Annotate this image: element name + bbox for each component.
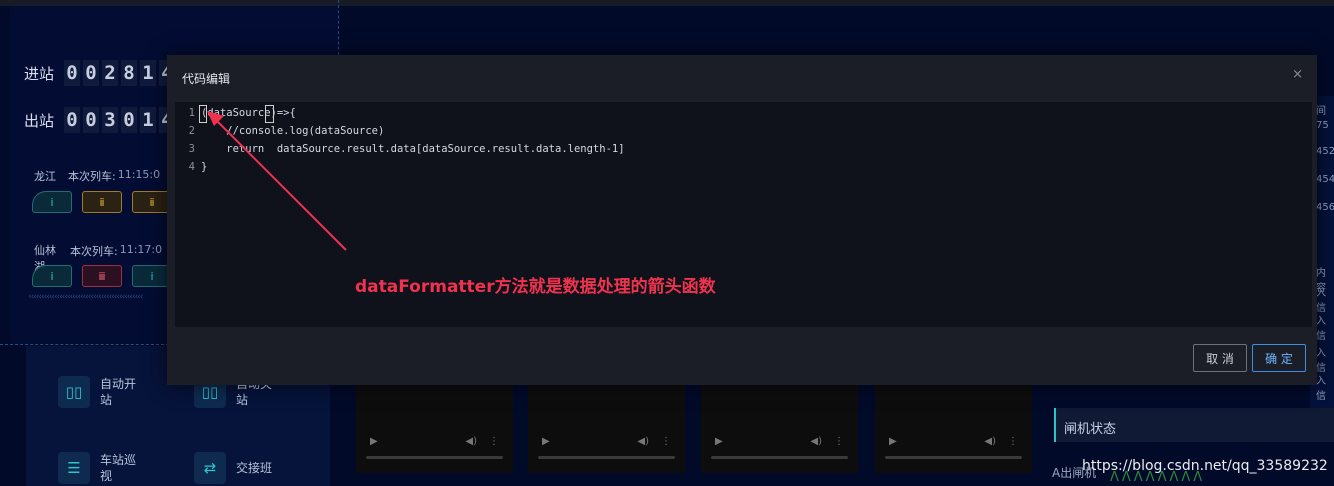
confirm-button[interactable]: 确 定 bbox=[1252, 344, 1306, 372]
watermark-url: https://blog.csdn.net/qq_33589232 bbox=[1082, 458, 1328, 474]
annotation-text: dataFormatter方法就是数据处理的箭头函数 bbox=[355, 277, 716, 297]
cancel-button[interactable]: 取 消 bbox=[1193, 344, 1247, 372]
annotation-arrow bbox=[207, 111, 347, 251]
